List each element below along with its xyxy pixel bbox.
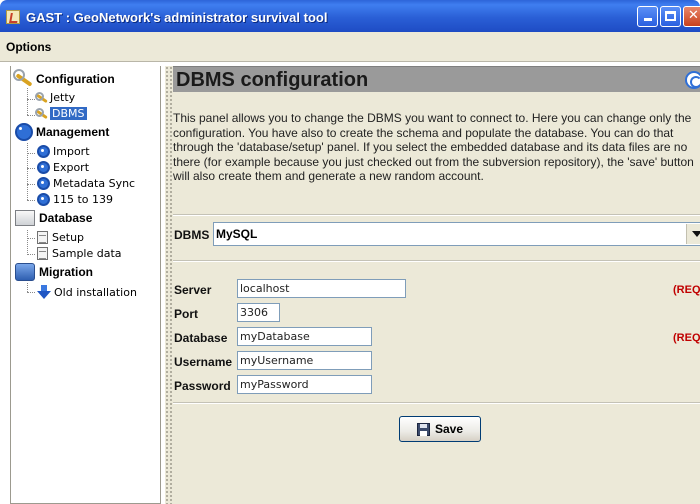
tree-item-metadata-sync[interactable]: Metadata Sync <box>37 177 135 190</box>
server-label: Server <box>174 283 212 297</box>
tree-item-export[interactable]: Export <box>37 161 89 174</box>
split-pane-divider[interactable] <box>165 66 173 504</box>
tree-label: Migration <box>39 265 93 279</box>
maximize-button[interactable] <box>660 6 681 27</box>
java-app-icon <box>6 10 20 24</box>
window-title: GAST : GeoNetwork's administrator surviv… <box>26 9 328 25</box>
tree-item-115-to-139[interactable]: 115 to 139 <box>37 193 113 206</box>
close-button[interactable]: ✕ <box>683 6 700 27</box>
migration-icon <box>15 263 35 281</box>
gear-icon <box>15 123 33 141</box>
password-input[interactable]: myPassword <box>237 375 372 394</box>
tree-label: Export <box>53 161 90 174</box>
dbms-label: DBMS <box>174 228 210 242</box>
title-bar: GAST : GeoNetwork's administrator surviv… <box>0 0 700 32</box>
tree-item-old-installation[interactable]: Old installation <box>37 285 137 299</box>
tree-label: Old installation <box>54 285 137 299</box>
wrench-icon <box>35 107 47 120</box>
tree-connector <box>27 230 28 255</box>
tree-connector <box>27 238 35 239</box>
tree-connector <box>27 283 28 292</box>
tree-category-configuration[interactable]: Configuration <box>13 69 115 89</box>
tree-label: Database <box>39 211 93 225</box>
description-line: will also create them and generate a new… <box>173 169 484 183</box>
navigation-tree: Configuration Jetty DBMS Management Impo… <box>10 66 161 504</box>
tree-connector <box>27 292 35 293</box>
separator <box>173 215 700 216</box>
tree-item-setup[interactable]: Setup <box>37 231 84 244</box>
database-input[interactable]: myDatabase <box>237 327 372 346</box>
tree-connector <box>27 153 35 154</box>
tree-category-migration[interactable]: Migration <box>15 263 93 281</box>
save-button-label: Save <box>434 422 464 436</box>
separator <box>173 261 700 262</box>
panel-title: DBMS configuration <box>176 69 369 91</box>
tree-connector <box>27 99 35 100</box>
tree-connector <box>27 168 35 169</box>
port-input[interactable]: 3306 <box>237 303 280 322</box>
database-label: Database <box>174 331 228 345</box>
tree-item-dbms[interactable]: DBMS <box>35 107 87 120</box>
refresh-icon[interactable] <box>685 71 700 89</box>
username-input[interactable]: myUsername <box>237 351 372 370</box>
dbms-selected-value: MySQL <box>216 227 258 241</box>
close-icon: ✕ <box>688 8 699 23</box>
panel-header: DBMS configuration <box>173 66 700 92</box>
separator <box>173 403 700 404</box>
server-required-marker: (REQ <box>673 284 700 296</box>
menu-options[interactable]: Options <box>6 40 51 54</box>
tree-label: Import <box>53 145 90 158</box>
tree-category-management[interactable]: Management <box>15 123 109 141</box>
minimize-icon <box>643 18 652 21</box>
tree-connector <box>27 115 35 116</box>
description-line: through the 'database/setup' panel. If y… <box>173 140 688 154</box>
description-line: This panel allows you to change the DBMS… <box>173 111 692 125</box>
document-icon <box>37 247 48 260</box>
tree-connector <box>27 88 28 115</box>
gear-icon <box>37 177 50 190</box>
wrench-icon <box>13 69 33 89</box>
tree-connector <box>27 200 35 201</box>
tree-label-selected: DBMS <box>50 107 87 120</box>
arrow-down-icon <box>37 285 51 299</box>
tree-connector <box>27 184 35 185</box>
port-label: Port <box>174 307 198 321</box>
username-label: Username <box>174 355 233 369</box>
maximize-icon <box>665 11 676 21</box>
dbms-configuration-panel: DBMS configuration This panel allows you… <box>173 66 700 504</box>
save-button[interactable]: Save <box>399 416 481 442</box>
tree-connector <box>27 143 28 200</box>
description-line: there (for example because you just chec… <box>173 154 694 169</box>
chevron-down-icon[interactable] <box>686 224 700 244</box>
gear-icon <box>37 161 50 174</box>
dbms-select[interactable]: MySQL <box>213 222 700 246</box>
tree-label: Metadata Sync <box>53 177 136 190</box>
wrench-icon <box>35 91 47 104</box>
floppy-disk-icon <box>416 422 430 436</box>
description-line: configuration. You have also to create t… <box>173 125 674 140</box>
menu-bar: Options <box>0 32 700 62</box>
tree-label: Setup <box>52 231 85 244</box>
panel-description: This panel allows you to change the DBMS… <box>173 111 700 184</box>
tree-label: 115 to 139 <box>53 193 114 206</box>
gear-icon <box>37 145 50 158</box>
tree-label: Management <box>36 125 110 139</box>
minimize-button[interactable] <box>637 6 658 27</box>
tree-label: Configuration <box>36 72 115 86</box>
tree-connector <box>27 254 35 255</box>
server-input[interactable]: localhost <box>237 279 406 298</box>
password-label: Password <box>174 379 231 393</box>
tree-item-import[interactable]: Import <box>37 145 90 158</box>
document-icon <box>37 231 48 244</box>
tree-label: Sample data <box>52 247 122 260</box>
gear-icon <box>37 193 50 206</box>
tree-label: Jetty <box>50 91 76 104</box>
database-icon <box>15 210 35 226</box>
database-required-marker: (REQ <box>673 332 700 344</box>
tree-item-sample-data[interactable]: Sample data <box>37 247 122 260</box>
tree-category-database[interactable]: Database <box>15 210 92 226</box>
tree-item-jetty[interactable]: Jetty <box>35 91 75 104</box>
